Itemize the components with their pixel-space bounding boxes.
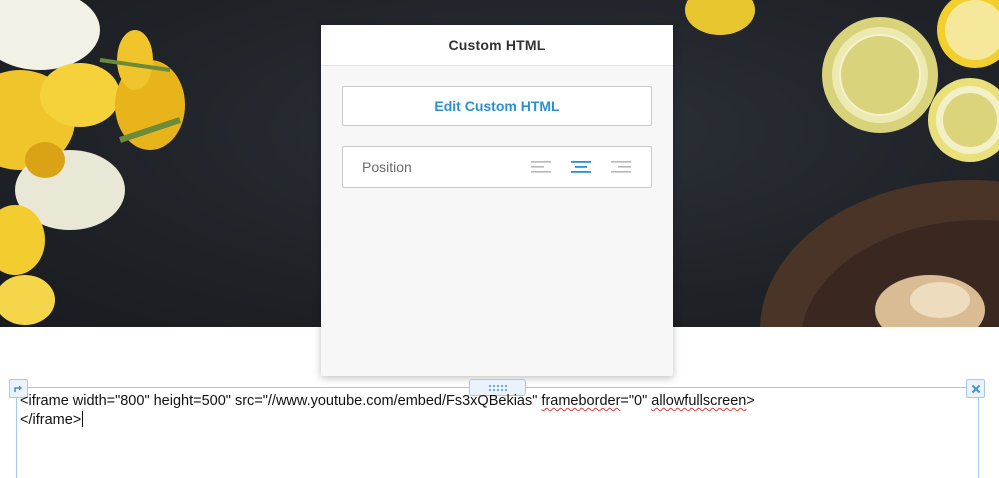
code-line-2: </iframe> xyxy=(20,412,82,428)
lemon-slices xyxy=(685,0,999,162)
align-center-button[interactable] xyxy=(570,157,592,177)
text-caret xyxy=(82,411,84,427)
custom-html-panel: Custom HTML Edit Custom HTML Position xyxy=(321,25,673,376)
align-left-button[interactable] xyxy=(530,157,552,177)
align-left-icon xyxy=(531,161,551,173)
html-code-editor[interactable]: <iframe width="800" height=500" src="//w… xyxy=(20,392,970,430)
code-segment: > xyxy=(746,393,755,409)
edit-custom-html-button[interactable]: Edit Custom HTML xyxy=(342,86,652,126)
position-label: Position xyxy=(362,159,412,175)
code-segment: ="0" xyxy=(620,393,652,409)
daffodil-flowers xyxy=(0,0,185,325)
align-right-icon xyxy=(611,161,631,173)
code-segment: <iframe width="800" height=500" src="//w… xyxy=(20,393,542,409)
close-icon xyxy=(971,384,980,393)
position-control: Position xyxy=(342,146,652,188)
panel-title: Custom HTML xyxy=(321,25,673,66)
drag-dots-icon xyxy=(488,384,507,391)
spellcheck-word: frameborder xyxy=(541,393,621,409)
align-right-button[interactable] xyxy=(610,157,632,177)
wooden-bowl xyxy=(760,180,999,327)
align-center-icon xyxy=(571,161,591,173)
spellcheck-word: allowfullscreen xyxy=(651,393,747,409)
